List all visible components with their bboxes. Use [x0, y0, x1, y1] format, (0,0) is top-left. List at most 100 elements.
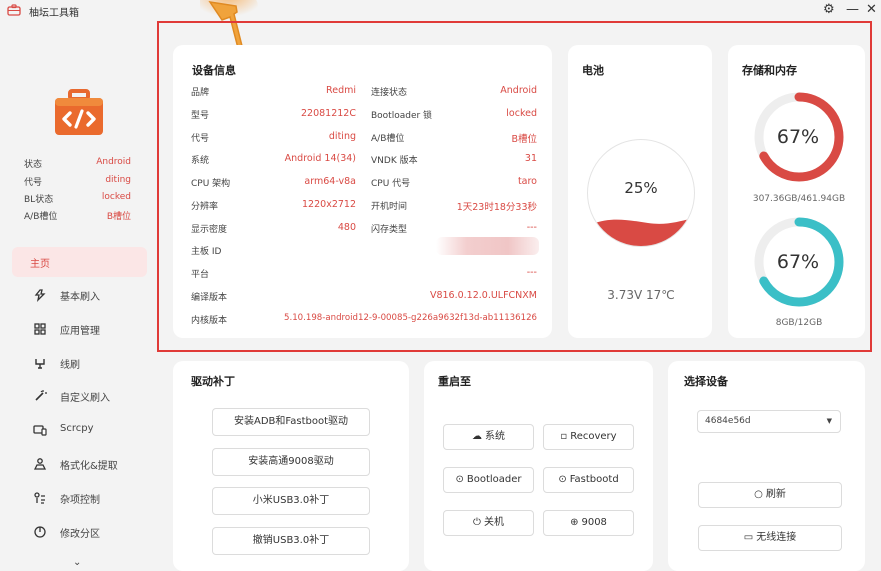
wireless-connect-label: 无线连接	[756, 532, 797, 543]
nav-format-extract-label: 格式化&提取	[60, 461, 118, 472]
title-bar: 柚坛工具箱 ⚙ — ✕	[0, 0, 881, 22]
resolution-label: 分辨率	[191, 202, 219, 212]
cpu-code-value: taro	[517, 176, 537, 187]
uptime-label: 开机时间	[371, 202, 408, 212]
uptime-value: 1天23时18分33秒	[456, 202, 537, 213]
refresh-icon: ○	[754, 489, 763, 500]
nav-scrcpy-label: Scrcpy	[60, 423, 94, 434]
vndk-label: VNDK 版本	[371, 156, 418, 166]
recovery-icon: ▫	[560, 431, 568, 442]
xiaomi-usb3-patch-button[interactable]: 小米USB3.0补丁	[212, 487, 370, 515]
reboot-recovery-label: Recovery	[570, 431, 617, 442]
toolbox-icon	[7, 4, 21, 16]
nav-custom-flash[interactable]: 自定义刷入	[12, 381, 147, 411]
nav-home[interactable]: 主页	[12, 247, 147, 277]
system-value: Android 14(34)	[284, 153, 356, 164]
nav-partition[interactable]: 修改分区	[12, 517, 147, 547]
reboot-9008-label: 9008	[581, 517, 607, 528]
format-icon	[33, 458, 47, 470]
status-value: Android	[96, 157, 131, 167]
platform-value: ---	[526, 267, 537, 278]
connection-status-label: 连接状态	[371, 88, 408, 98]
battery-title: 电池	[582, 64, 604, 77]
select-device-title: 选择设备	[684, 375, 728, 388]
wireless-connect-button[interactable]: ▭ 无线连接	[698, 525, 842, 551]
platform-label: 平台	[191, 270, 210, 280]
nav-home-label: 主页	[30, 259, 50, 270]
chevron-down-icon[interactable]: ⌄	[73, 557, 81, 568]
nav-partition-label: 修改分区	[60, 529, 100, 540]
flash-icon	[34, 289, 46, 302]
nav-line-flash[interactable]: 线刷	[12, 348, 147, 378]
misc-icon	[34, 492, 45, 504]
nav-app-manager[interactable]: 应用管理	[12, 314, 147, 344]
ab-slot-value: B槽位	[106, 212, 131, 222]
close-button[interactable]: ✕	[866, 2, 877, 18]
system-label: 系统	[191, 156, 210, 166]
chevron-down-icon: ▼	[826, 417, 832, 425]
minimize-button[interactable]: —	[846, 2, 859, 18]
sidebar: 状态 Android 代号 diting BL状态 locked A/B槽位 B…	[0, 22, 158, 568]
ab-slot-label: A/B槽位	[371, 134, 405, 144]
reboot-title: 重启至	[438, 375, 471, 388]
storage-detail: 307.36GB/461.94GB	[752, 194, 846, 204]
reboot-9008-button[interactable]: ⊕ 9008	[543, 510, 634, 536]
status-label: 状态	[24, 160, 43, 170]
storage-percent: 67%	[776, 126, 820, 148]
battery-gauge: 25%	[587, 139, 695, 247]
bootloader-icon: ⊙	[455, 474, 464, 485]
reboot-fastbootd-button[interactable]: ⊙ Fastbootd	[543, 467, 634, 493]
edl-icon: ⊕	[570, 517, 579, 528]
nav-basic-flash-label: 基本刷入	[60, 292, 100, 303]
brand-label: 品牌	[191, 88, 210, 98]
nav-basic-flash[interactable]: 基本刷入	[12, 280, 147, 310]
codename-label: 代号	[24, 178, 43, 188]
density-label: 显示密度	[191, 225, 228, 235]
revert-usb3-patch-button[interactable]: 撤销USB3.0补丁	[212, 527, 370, 555]
usb-icon	[35, 359, 45, 369]
fastbootd-icon: ⊙	[558, 474, 567, 485]
nav-format-extract[interactable]: 格式化&提取	[12, 449, 147, 479]
bl-status-value: locked	[101, 192, 131, 202]
battery-status: 3.73V 17℃	[607, 288, 675, 302]
battery-level-wave	[588, 218, 694, 246]
device-select-value: 4684e56d	[705, 416, 751, 426]
codename-value: diting	[105, 175, 131, 185]
reboot-card: 重启至	[424, 361, 653, 571]
reboot-fastbootd-label: Fastbootd	[569, 474, 619, 485]
install-adb-fastboot-driver-button[interactable]: 安装ADB和Fastboot驱动	[212, 408, 370, 436]
device-info-card: 设备信息 品牌 Redmi 型号 22081212C 代号 diting 系统 …	[173, 45, 552, 338]
refresh-button[interactable]: ○ 刷新	[698, 482, 842, 508]
nav-misc-control[interactable]: 杂项控制	[12, 483, 147, 513]
bootloader-lock-label: Bootloader 锁	[371, 111, 433, 121]
kernel-version-label: 内核版本	[191, 316, 228, 326]
gear-icon[interactable]: ⚙	[823, 2, 835, 18]
ab-slot-label: A/B槽位	[24, 212, 58, 222]
partition-icon	[34, 526, 46, 538]
kernel-version-value: 5.10.198-android12-9-00085-g226a9632f13d…	[284, 313, 537, 323]
nav-scrcpy[interactable]: Scrcpy	[12, 415, 147, 445]
nav-app-manager-label: 应用管理	[60, 326, 100, 337]
driver-patch-title: 驱动补丁	[191, 375, 235, 388]
nav-misc-control-label: 杂项控制	[60, 495, 100, 506]
reboot-recovery-button[interactable]: ▫ Recovery	[543, 424, 634, 450]
board-id-redacted	[436, 237, 539, 255]
ab-slot-value: B槽位	[511, 134, 537, 145]
device-select[interactable]: 4684e56d ▼	[697, 410, 841, 433]
install-qualcomm-9008-driver-button[interactable]: 安装高通9008驱动	[212, 448, 370, 476]
flash-type-value: ---	[526, 222, 537, 233]
power-off-button[interactable]: ⏻ 关机	[443, 510, 534, 536]
build-version-label: 编译版本	[191, 293, 228, 303]
bootloader-lock-value: locked	[506, 108, 537, 119]
reboot-bootloader-button[interactable]: ⊙ Bootloader	[443, 467, 534, 493]
reboot-bootloader-label: Bootloader	[466, 474, 522, 485]
reboot-system-button[interactable]: ☁ 系统	[443, 424, 534, 450]
memory-percent: 67%	[776, 251, 820, 273]
power-off-label: 关机	[483, 517, 504, 528]
cpu-code-label: CPU 代号	[371, 179, 411, 189]
nav-line-flash-label: 线刷	[60, 360, 80, 371]
codename-label: 代号	[191, 134, 210, 144]
model-value: 22081212C	[301, 108, 356, 119]
vndk-value: 31	[524, 153, 537, 164]
monitor-icon: ▭	[743, 532, 754, 543]
